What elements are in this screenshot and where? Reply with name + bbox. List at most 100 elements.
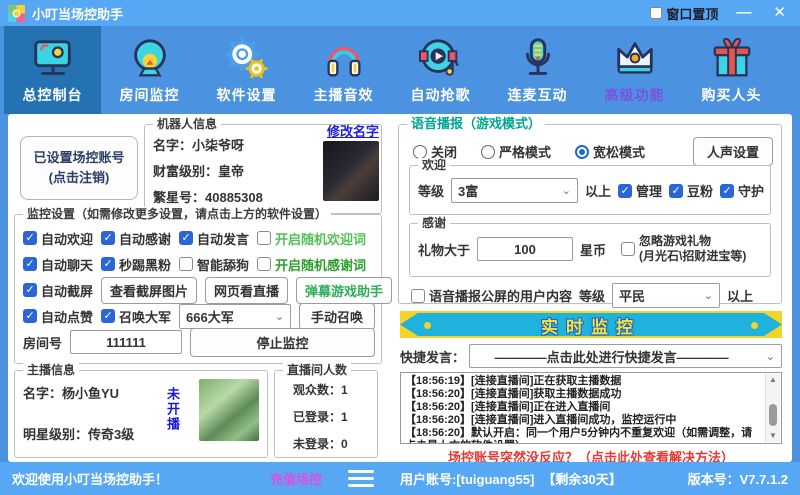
scroll-up-icon[interactable]: ▲ (766, 374, 780, 386)
web-live-button[interactable]: 网页看直播 (205, 277, 288, 304)
tab-room-monitor[interactable]: 房间监控 (101, 26, 198, 114)
tab-mic-interaction[interactable]: 连麦互动 (489, 26, 586, 114)
public-level-label: 等级 (579, 286, 605, 305)
gift-icon (709, 36, 755, 82)
log-area: 【18:56:19】[连接直播间]正在获取主播数据 【18:56:20】[连接直… (400, 372, 782, 444)
log-line: 【18:56:20】默认开启：同一个用户5分钟内不重复欢迎（如需调整，请点击最上… (405, 427, 761, 444)
stop-monitor-button[interactable]: 停止监控 (190, 328, 375, 357)
room-monitor-icon (127, 36, 173, 82)
checkbox-box (101, 257, 115, 271)
checkbox-summon-army[interactable]: 召唤大军 (101, 307, 171, 326)
edit-name-link[interactable]: 修改名字 (327, 121, 379, 140)
tab-buy-heads[interactable]: 购买人头 (683, 26, 780, 114)
checkbox-auto-screenshot[interactable]: 自动截屏 (23, 281, 93, 300)
checkbox-kick-blackfans[interactable]: 秒踢黑粉 (101, 255, 171, 274)
realtime-monitor-banner: 实时监控 (400, 311, 782, 338)
log-line: 【18:56:20】[连接直播间]获取主播数据成功 (405, 388, 761, 401)
welcome-above-label: 以上 (585, 181, 611, 200)
pin-window-checkbox[interactable]: 窗口置顶 (650, 4, 718, 23)
log-line: 【18:56:20】[连接直播间]进入直播间成功，监控运行中 (405, 414, 761, 427)
not-logged-count: 未登录：0 (293, 435, 377, 452)
minimize-button[interactable]: — (732, 0, 755, 26)
checkbox-auto-thanks[interactable]: 自动感谢 (101, 229, 171, 248)
checkbox-admin[interactable]: 管理 (618, 181, 662, 200)
checkbox-smart-dog[interactable]: 智能舔狗 (179, 255, 249, 274)
checkbox-box (257, 257, 271, 271)
robot-avatar (323, 141, 379, 201)
version-text: 版本号：V7.7.1.2 (688, 462, 788, 495)
welcome-title: 欢迎 (418, 158, 450, 172)
scroll-down-icon[interactable]: ▼ (766, 430, 780, 442)
checkbox-box (23, 283, 37, 297)
tab-auto-grab-song[interactable]: 自动抢歌 (392, 26, 489, 114)
checkbox-box (621, 242, 635, 256)
army-select[interactable]: 666大军⌄ (179, 304, 291, 329)
checkbox-box (179, 231, 193, 245)
checkbox-fan[interactable]: 豆粉 (669, 181, 713, 200)
danmu-game-button[interactable]: 弹幕游戏助手 (296, 277, 392, 304)
log-line: 【18:56:20】[连接直播间]正在进入直播间 (405, 401, 761, 414)
microphone-icon (515, 36, 561, 82)
star-coin-label: 星币 (580, 240, 606, 259)
room-number-input[interactable] (70, 330, 182, 354)
close-button[interactable]: ✕ (769, 0, 790, 26)
checkbox-box (618, 184, 632, 198)
checkbox-box (720, 184, 734, 198)
remaining-days-text: 【剩余30天】 (542, 469, 621, 488)
tab-anchor-sound[interactable]: 主播音效 (295, 26, 392, 114)
radio-circle (413, 145, 427, 159)
manual-summon-button[interactable]: 手动召唤 (299, 303, 375, 330)
music-disc-icon (418, 36, 464, 82)
voice-settings-button[interactable]: 人声设置 (693, 137, 773, 166)
checkbox-random-welcome[interactable]: 开启随机欢迎词 (257, 229, 366, 248)
quick-speak-label: 快捷发言： (400, 347, 465, 366)
radio-circle (575, 145, 589, 159)
crown-icon (612, 36, 658, 82)
checkbox-auto-welcome[interactable]: 自动欢迎 (23, 229, 93, 248)
gift-threshold-input[interactable] (477, 237, 573, 261)
radio-strict-mode[interactable]: 严格模式 (481, 142, 551, 161)
app-logo-icon (8, 5, 25, 22)
robot-info-group: 机器人信息 名字：小柒爷呀 财富级别：皇帝 繁星号：40885308 修改名字 (144, 124, 382, 214)
checkbox-random-thanks[interactable]: 开启随机感谢词 (257, 255, 366, 274)
log-scrollbar[interactable]: ▲ ▼ (765, 374, 780, 442)
logged-in-count: 已登录：1 (293, 408, 377, 425)
main-content: 已设置场控账号 (点击注销) 机器人信息 名字：小柒爷呀 财富级别：皇帝 繁星号… (8, 114, 792, 462)
account-button-line1: 已设置场控账号 (33, 148, 124, 168)
checkbox-box (650, 7, 662, 19)
account-logout-button[interactable]: 已设置场控账号 (点击注销) (20, 136, 138, 200)
account-button-line2: (点击注销) (49, 168, 110, 188)
voice-broadcast-group: 语音播报（游戏模式） 关闭 严格模式 宽松模式 人声设置 欢迎 等级 3富⌄ 以… (398, 124, 782, 304)
public-level-select[interactable]: 平民⌄ (612, 283, 720, 308)
anchor-info-group: 主播信息 名字：杨小鱼YU 明星级别：传奇3级 未开播 (14, 370, 268, 458)
checkbox-ignore-game-gifts[interactable]: 忽略游戏礼物(月光石\招财进宝等) (621, 234, 746, 264)
tab-advanced-features[interactable]: 高级功能 (586, 26, 683, 114)
status-welcome-text: 欢迎使用小叮当场控助手！ (12, 462, 168, 495)
welcome-level-select[interactable]: 3富⌄ (451, 178, 578, 203)
tab-main-console[interactable]: 总控制台 (4, 26, 101, 114)
checkbox-voice-public-screen[interactable]: 语音播报公屏的用户内容 (411, 286, 572, 305)
checkbox-auto-like[interactable]: 自动点赞 (23, 307, 93, 326)
view-screenshot-button[interactable]: 查看截屏图片 (101, 277, 197, 304)
room-count-group: 直播间人数 观众数：1 已登录：1 未登录：0 (274, 370, 378, 458)
scrollbar-thumb[interactable] (769, 404, 777, 426)
anchor-avatar (199, 379, 259, 441)
tab-software-settings[interactable]: 软件设置 (198, 26, 295, 114)
checkbox-auto-speak[interactable]: 自动发言 (179, 229, 249, 248)
welcome-level-label: 等级 (418, 181, 444, 200)
recharge-link[interactable]: 充值场控 (270, 462, 322, 495)
chevron-down-icon: ⌄ (766, 350, 775, 363)
thanks-title: 感谢 (418, 216, 450, 230)
main-toolbar: 总控制台 房间监控 (0, 26, 800, 114)
voice-broadcast-title: 语音播报（游戏模式） (407, 117, 545, 131)
user-account-text: 用户账号:[tuiguang55] (400, 469, 534, 488)
checkbox-auto-chat[interactable]: 自动聊天 (23, 255, 93, 274)
quick-speak-select[interactable]: ————点击此处进行快捷发言———— ⌄ (469, 344, 782, 368)
log-line: 【18:56:19】[连接直播间]正在获取主播数据 (405, 375, 761, 388)
gift-greater-label: 礼物大于 (418, 240, 470, 259)
checkbox-guard[interactable]: 守护 (720, 181, 764, 200)
radio-loose-mode[interactable]: 宽松模式 (575, 142, 645, 161)
not-live-status: 未开播 (163, 387, 182, 432)
hamburger-menu-icon[interactable] (348, 462, 374, 495)
thanks-group: 感谢 礼物大于 星币 忽略游戏礼物(月光石\招财进宝等) (409, 223, 771, 277)
